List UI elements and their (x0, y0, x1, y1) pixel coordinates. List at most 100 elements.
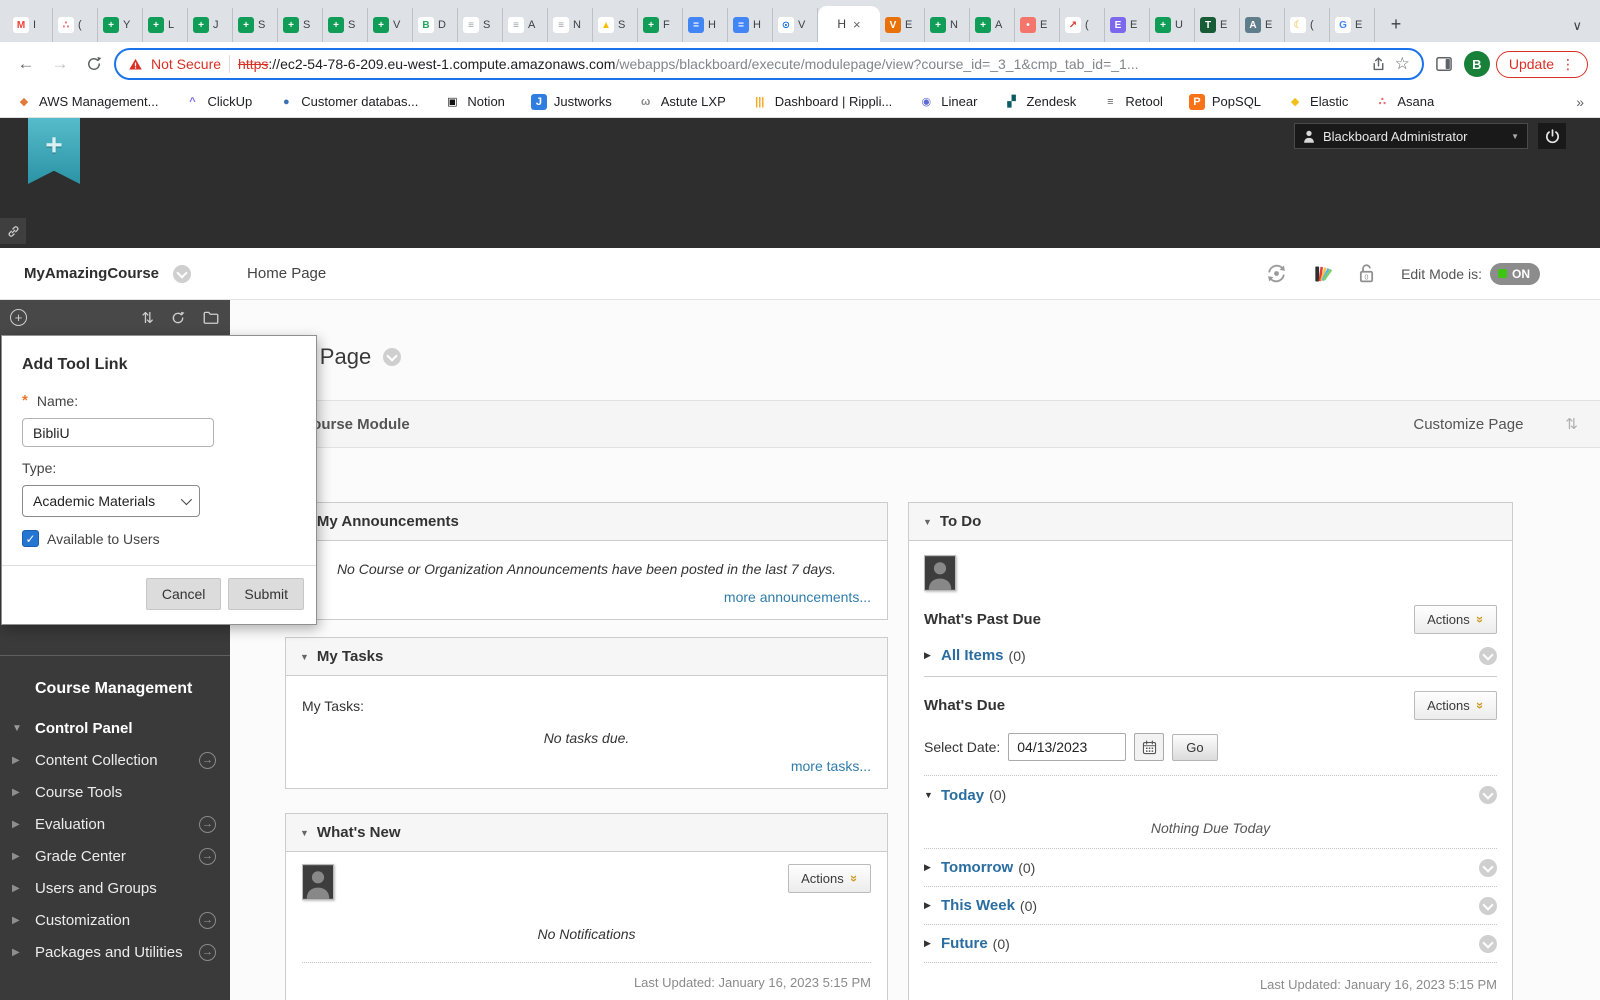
browser-tab[interactable]: + S (278, 8, 323, 42)
browser-tab[interactable]: • E (1015, 8, 1060, 42)
browser-tab[interactable]: + V (368, 8, 413, 42)
browser-tab[interactable]: ▲ S (593, 8, 638, 42)
browser-tab[interactable]: B D (413, 8, 458, 42)
unlocked-padlock-icon[interactable]: 0 (1356, 262, 1377, 285)
browser-tab[interactable]: ↗ ( (1060, 8, 1105, 42)
sidebar-item[interactable]: ▶ Grade Center → (0, 840, 230, 872)
bookmark-item[interactable]: ^ ClickUp (184, 94, 252, 110)
browser-tab[interactable]: + S (233, 8, 278, 42)
browser-tab[interactable]: ∴ ( (53, 8, 98, 42)
browser-tab[interactable]: + J (188, 8, 233, 42)
tool-name-input[interactable] (22, 418, 214, 447)
browser-tab[interactable]: = H (683, 8, 728, 42)
reorder-updown-icon[interactable]: ⇅ (141, 309, 154, 327)
collapse-triangle-icon[interactable]: ▼ (923, 517, 932, 527)
browser-tab[interactable]: + L (143, 8, 188, 42)
admin-user-dropdown[interactable]: Blackboard Administrator ▼ (1294, 123, 1528, 149)
bookmark-item[interactable]: ||| Dashboard | Rippli... (752, 94, 893, 110)
submit-button[interactable]: Submit (228, 578, 304, 610)
bookmark-item[interactable]: P PopSQL (1189, 94, 1261, 110)
triangle-right-icon[interactable]: ▶ (924, 938, 941, 949)
sidebar-item[interactable]: ▶ Course Tools → (0, 776, 230, 808)
browser-tab[interactable]: A E (1240, 8, 1285, 42)
edit-mode-toggle[interactable]: ON (1490, 263, 1540, 285)
bookmark-star-icon[interactable]: ☆ (1395, 54, 1410, 74)
not-secure-label[interactable]: Not Secure (151, 56, 221, 72)
todo-period-link[interactable]: Tomorrow (941, 859, 1013, 876)
reload-button[interactable] (80, 50, 108, 78)
collapse-circle-chevron-icon[interactable] (1479, 859, 1497, 877)
browser-tab[interactable]: + U (1150, 8, 1195, 42)
url-bar[interactable]: Not Secure https://ec2-54-78-6-209.eu-we… (114, 48, 1424, 80)
bookmarks-overflow-chevron[interactable]: » (1576, 94, 1584, 110)
open-in-new-circle-icon[interactable]: → (199, 848, 216, 865)
todo-period-link[interactable]: Future (941, 935, 988, 952)
collapse-triangle-icon[interactable]: ▼ (300, 652, 309, 662)
all-items-link[interactable]: All Items (941, 647, 1004, 664)
browser-tab[interactable]: ≡ S (458, 8, 503, 42)
browser-tab[interactable]: E E (1105, 8, 1150, 42)
browser-tab[interactable]: + N (925, 8, 970, 42)
breadcrumb-course[interactable]: MyAmazingCourse (24, 265, 159, 282)
add-ribbon-badge[interactable]: + (28, 118, 80, 184)
sidebar-item[interactable]: ▶ Customization → (0, 904, 230, 936)
browser-tab[interactable]: + S (323, 8, 368, 42)
browser-profile-avatar[interactable]: B (1464, 51, 1490, 77)
browser-tab[interactable]: ≡ N (548, 8, 593, 42)
todo-period-link[interactable]: This Week (941, 897, 1015, 914)
whats-new-actions-button[interactable]: Actions » (788, 864, 871, 893)
open-in-new-circle-icon[interactable]: → (199, 944, 216, 961)
type-select[interactable]: Academic Materials (22, 485, 200, 517)
collapse-triangle-icon[interactable]: ▼ (300, 828, 309, 838)
bookmark-item[interactable]: ∴ Asana (1374, 94, 1434, 110)
browser-tab[interactable]: T E (1195, 8, 1240, 42)
sidebar-item[interactable]: ▶ Users and Groups → (0, 872, 230, 904)
add-menu-item-button[interactable]: + (10, 309, 27, 326)
browser-tab[interactable]: V E (880, 8, 925, 42)
collapse-circle-chevron-icon[interactable] (1479, 935, 1497, 953)
bookmark-item[interactable]: ω Astute LXP (638, 94, 726, 110)
not-secure-warning-icon[interactable] (128, 57, 143, 72)
triangle-right-icon[interactable]: ▶ (924, 862, 941, 873)
available-to-users-checkbox[interactable] (22, 530, 39, 547)
reorder-updown-icon[interactable]: ⇅ (1565, 415, 1578, 433)
bookmark-item[interactable]: ◆ AWS Management... (16, 94, 158, 110)
past-due-actions-button[interactable]: Actions » (1414, 605, 1497, 634)
today-link[interactable]: Today (941, 787, 984, 804)
tab-close-icon[interactable]: × (853, 17, 861, 32)
sidebar-item-control-panel[interactable]: ▼ Control Panel (0, 712, 230, 744)
bookmark-item[interactable]: ▞ Zendesk (1003, 94, 1076, 110)
browser-tab[interactable]: ⊙ V (773, 8, 818, 42)
course-menu-chevron-icon[interactable] (173, 265, 191, 283)
browser-tab[interactable]: G E (1330, 8, 1375, 42)
forward-button[interactable]: → (46, 50, 74, 78)
sidebar-item[interactable]: ▶ Content Collection → (0, 744, 230, 776)
collapse-circle-chevron-icon[interactable] (1479, 786, 1497, 804)
student-preview-icon[interactable] (1265, 262, 1288, 285)
tab-overflow-chevron-icon[interactable]: ∨ (1562, 18, 1592, 34)
browser-tab[interactable]: + F (638, 8, 683, 42)
due-actions-button[interactable]: Actions » (1414, 691, 1497, 720)
refresh-icon[interactable] (170, 310, 186, 326)
more-announcements-link[interactable]: more announcements... (724, 589, 871, 605)
open-in-new-circle-icon[interactable]: → (199, 816, 216, 833)
bookmark-item[interactable]: ▣ Notion (444, 94, 505, 110)
back-button[interactable]: ← (12, 50, 40, 78)
browser-tab[interactable]: ☾ ( (1285, 8, 1330, 42)
bookmark-item[interactable]: ◉ Linear (918, 94, 977, 110)
bookmark-item[interactable]: ● Customer databas... (278, 94, 418, 110)
triangle-right-icon[interactable]: ▶ (924, 650, 941, 661)
bookmark-item[interactable]: ◆ Elastic (1287, 94, 1348, 110)
date-input[interactable] (1008, 733, 1126, 761)
folder-view-icon[interactable] (202, 309, 220, 327)
quick-links-button[interactable] (0, 218, 26, 244)
browser-tab[interactable]: M I (8, 8, 53, 42)
logout-power-button[interactable] (1538, 123, 1566, 149)
browser-tab[interactable]: H × (818, 6, 880, 42)
browser-tab[interactable]: + A (970, 8, 1015, 42)
share-icon[interactable] (1370, 56, 1387, 73)
go-button[interactable]: Go (1172, 734, 1217, 761)
more-tasks-link[interactable]: more tasks... (791, 758, 871, 774)
side-panel-button[interactable] (1430, 50, 1458, 78)
triangle-down-icon[interactable]: ▼ (924, 790, 941, 800)
